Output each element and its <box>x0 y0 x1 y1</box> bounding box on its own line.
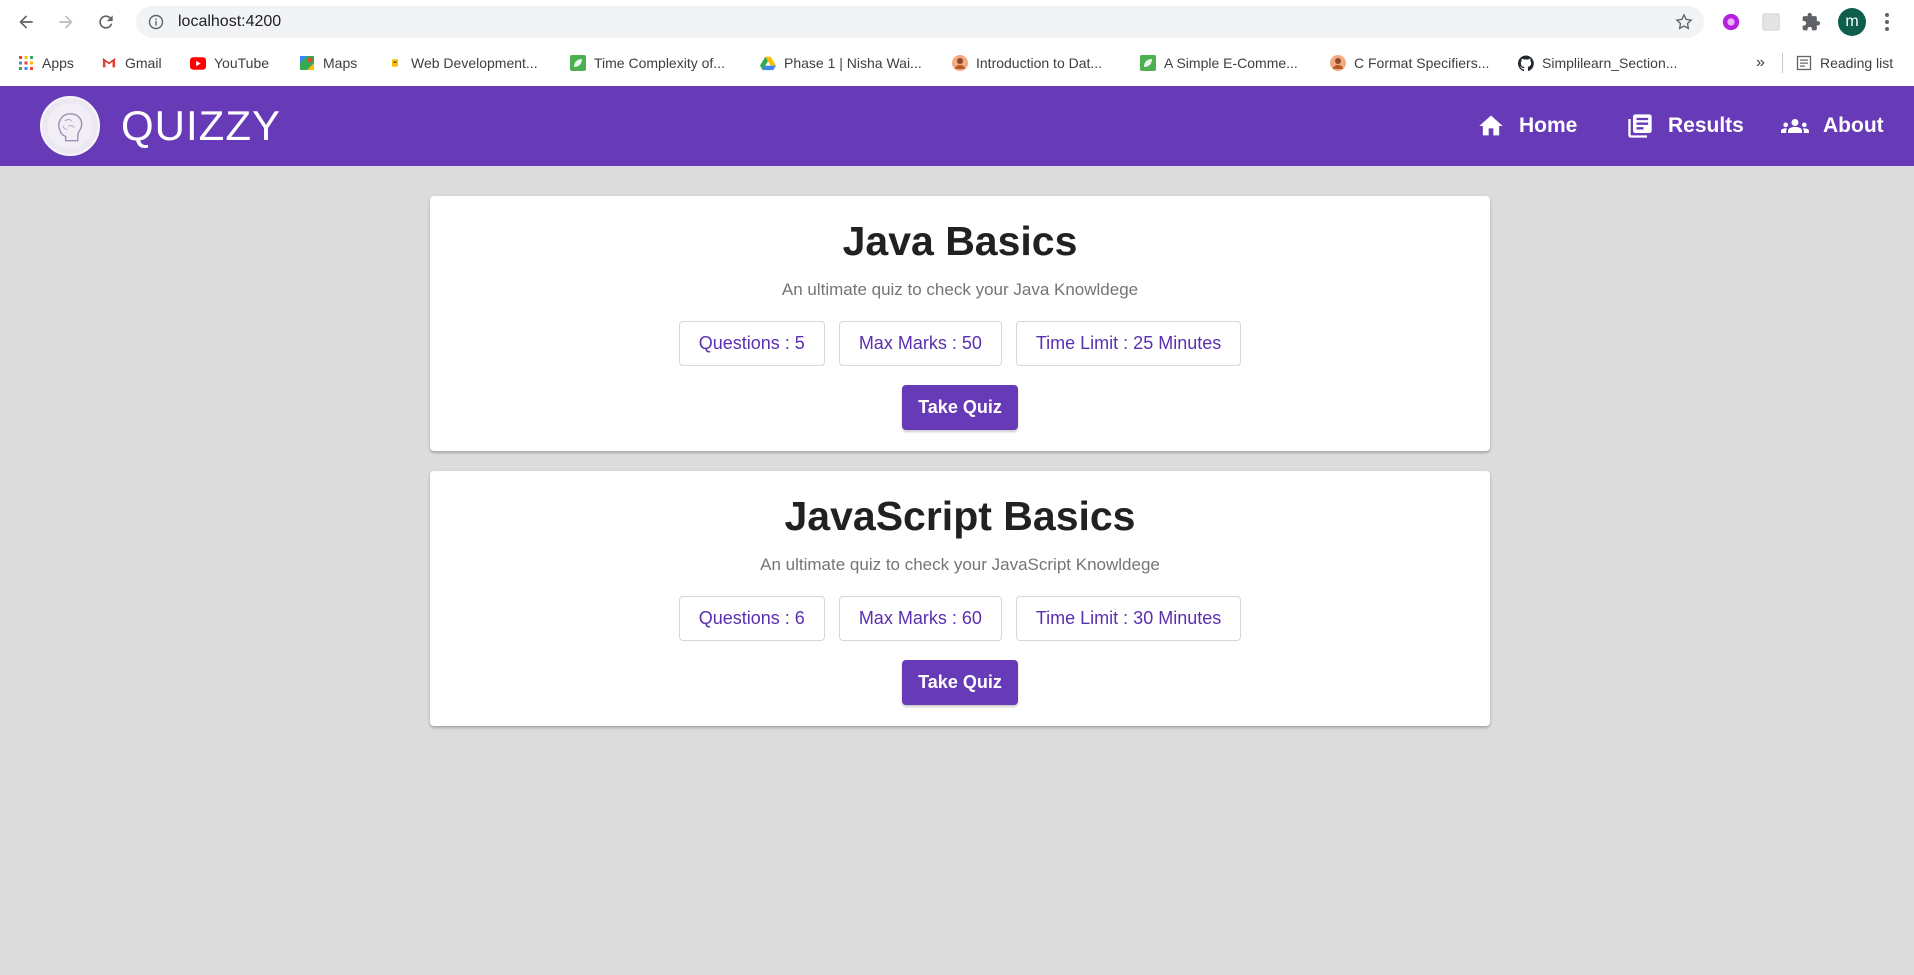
google-drive-icon <box>760 55 776 71</box>
profile-favicon-icon <box>952 55 968 71</box>
bookmark-simplilearn[interactable]: Simplilearn_Section... <box>1518 52 1677 74</box>
bookmark-gmail[interactable]: Gmail <box>101 52 162 74</box>
bookmark-label: Gmail <box>125 55 162 71</box>
bookmark-time-complexity[interactable]: Time Complexity of... <box>570 52 725 74</box>
nav-about[interactable]: About <box>1781 110 1884 142</box>
extension-grey-icon <box>1762 13 1780 31</box>
bookmark-label: Apps <box>42 55 74 71</box>
reload-button[interactable] <box>94 10 118 34</box>
gmail-icon <box>101 55 117 71</box>
nav-home[interactable]: Home <box>1477 110 1577 142</box>
more-bookmarks-button[interactable]: » <box>1756 52 1765 74</box>
bookmark-label: Maps <box>323 55 358 71</box>
bookmark-label: A Simple E-Comme... <box>1164 55 1298 71</box>
extensions-button[interactable] <box>1800 11 1822 33</box>
bookmark-star-icon[interactable] <box>1674 12 1694 32</box>
app-navbar: QUIZZY Home Results About <box>0 86 1914 166</box>
browser-toolbar: localhost:4200 m <box>0 0 1914 44</box>
browser-chrome: localhost:4200 m Apps Gmail YouTube Maps… <box>0 0 1914 86</box>
extension-grey-button[interactable] <box>1760 11 1782 33</box>
bookmarks-divider <box>1782 53 1783 73</box>
quiz-description: An ultimate quiz to check your JavaScrip… <box>760 555 1160 574</box>
bookmark-label: YouTube <box>214 55 270 71</box>
bookmark-label: Time Complexity of... <box>594 55 725 71</box>
nav-results[interactable]: Results <box>1626 110 1744 142</box>
quiz-info-chips: Questions : 6 Max Marks : 60 Time Limit … <box>430 596 1490 641</box>
site-info-icon[interactable] <box>148 14 164 30</box>
extension-purple-icon <box>1722 13 1740 31</box>
reading-list-label: Reading list <box>1820 55 1894 71</box>
people-icon <box>1781 119 1809 133</box>
quiz-title: JavaScript Basics <box>784 493 1136 539</box>
bookmark-introduction[interactable]: Introduction to Dat... <box>952 52 1102 74</box>
url-text: localhost:4200 <box>178 13 282 30</box>
reload-icon <box>99 15 113 29</box>
time-limit-chip[interactable]: Time Limit : 25 Minutes <box>1015 321 1242 366</box>
quiz-title: Java Basics <box>842 218 1078 264</box>
bookmark-c-format[interactable]: C Format Specifiers... <box>1330 52 1489 74</box>
bookmark-label: Simplilearn_Section... <box>1542 55 1678 71</box>
library-books-icon <box>1628 114 1652 138</box>
questions-chip[interactable]: Questions : 5 <box>678 321 825 366</box>
youtube-icon <box>190 55 206 71</box>
take-quiz-button[interactable]: Take Quiz <box>902 660 1018 705</box>
bookmark-phase-1[interactable]: Phase 1 | Nisha Wai... <box>760 52 922 74</box>
apps-grid-icon <box>18 55 34 71</box>
nav-results-label: Results <box>1668 114 1744 137</box>
bookmark-simple-ecommerce[interactable]: A Simple E-Comme... <box>1140 52 1298 74</box>
quiz-card-javascript: JavaScript Basics An ultimate quiz to ch… <box>430 471 1490 726</box>
reading-list-icon <box>1796 55 1812 71</box>
bookmark-label: Introduction to Dat... <box>976 55 1103 71</box>
take-quiz-button[interactable]: Take Quiz <box>902 385 1018 430</box>
app-brand-title[interactable]: QUIZZY <box>121 104 281 148</box>
bookmark-label: C Format Specifiers... <box>1354 55 1490 71</box>
forward-button[interactable] <box>54 10 78 34</box>
quiz-card-java: Java Basics An ultimate quiz to check yo… <box>430 196 1490 451</box>
more-vert-icon[interactable] <box>1884 12 1890 32</box>
bookmark-label: Web Development... <box>411 55 538 71</box>
home-icon <box>1479 115 1503 136</box>
bookmark-icon <box>387 55 403 71</box>
maps-icon <box>299 55 315 71</box>
leaf-icon <box>570 55 586 71</box>
app-logo[interactable] <box>40 96 100 156</box>
profile-favicon-icon <box>1330 55 1346 71</box>
bookmark-web-development[interactable]: Web Development... <box>387 52 538 74</box>
bookmark-maps[interactable]: Maps <box>299 52 357 74</box>
extension-purple-button[interactable] <box>1720 11 1742 33</box>
address-bar[interactable]: localhost:4200 <box>136 6 1704 38</box>
nav-about-label: About <box>1823 114 1884 137</box>
back-button[interactable] <box>14 10 38 34</box>
brain-logo-icon <box>47 103 93 149</box>
nav-home-label: Home <box>1519 114 1578 137</box>
bookmark-youtube[interactable]: YouTube <box>190 52 269 74</box>
time-limit-chip[interactable]: Time Limit : 30 Minutes <box>1015 596 1242 641</box>
profile-avatar[interactable]: m <box>1838 8 1866 36</box>
max-marks-chip[interactable]: Max Marks : 50 <box>838 321 1002 366</box>
leaf-icon <box>1140 55 1156 71</box>
bookmarks-bar: Apps Gmail YouTube Maps Web Development.… <box>0 44 1914 82</box>
questions-chip[interactable]: Questions : 6 <box>678 596 825 641</box>
quiz-info-chips: Questions : 5 Max Marks : 50 Time Limit … <box>430 321 1490 366</box>
bookmark-label: Phase 1 | Nisha Wai... <box>784 55 922 71</box>
arrow-right-icon <box>59 15 73 29</box>
max-marks-chip[interactable]: Max Marks : 60 <box>838 596 1002 641</box>
quiz-description: An ultimate quiz to check your Java Know… <box>781 280 1139 299</box>
reading-list-button[interactable]: Reading list <box>1796 52 1893 74</box>
puzzle-piece-icon <box>1802 12 1821 31</box>
github-icon <box>1518 55 1534 71</box>
bookmark-apps[interactable]: Apps <box>18 52 74 74</box>
arrow-left-icon <box>19 15 33 29</box>
